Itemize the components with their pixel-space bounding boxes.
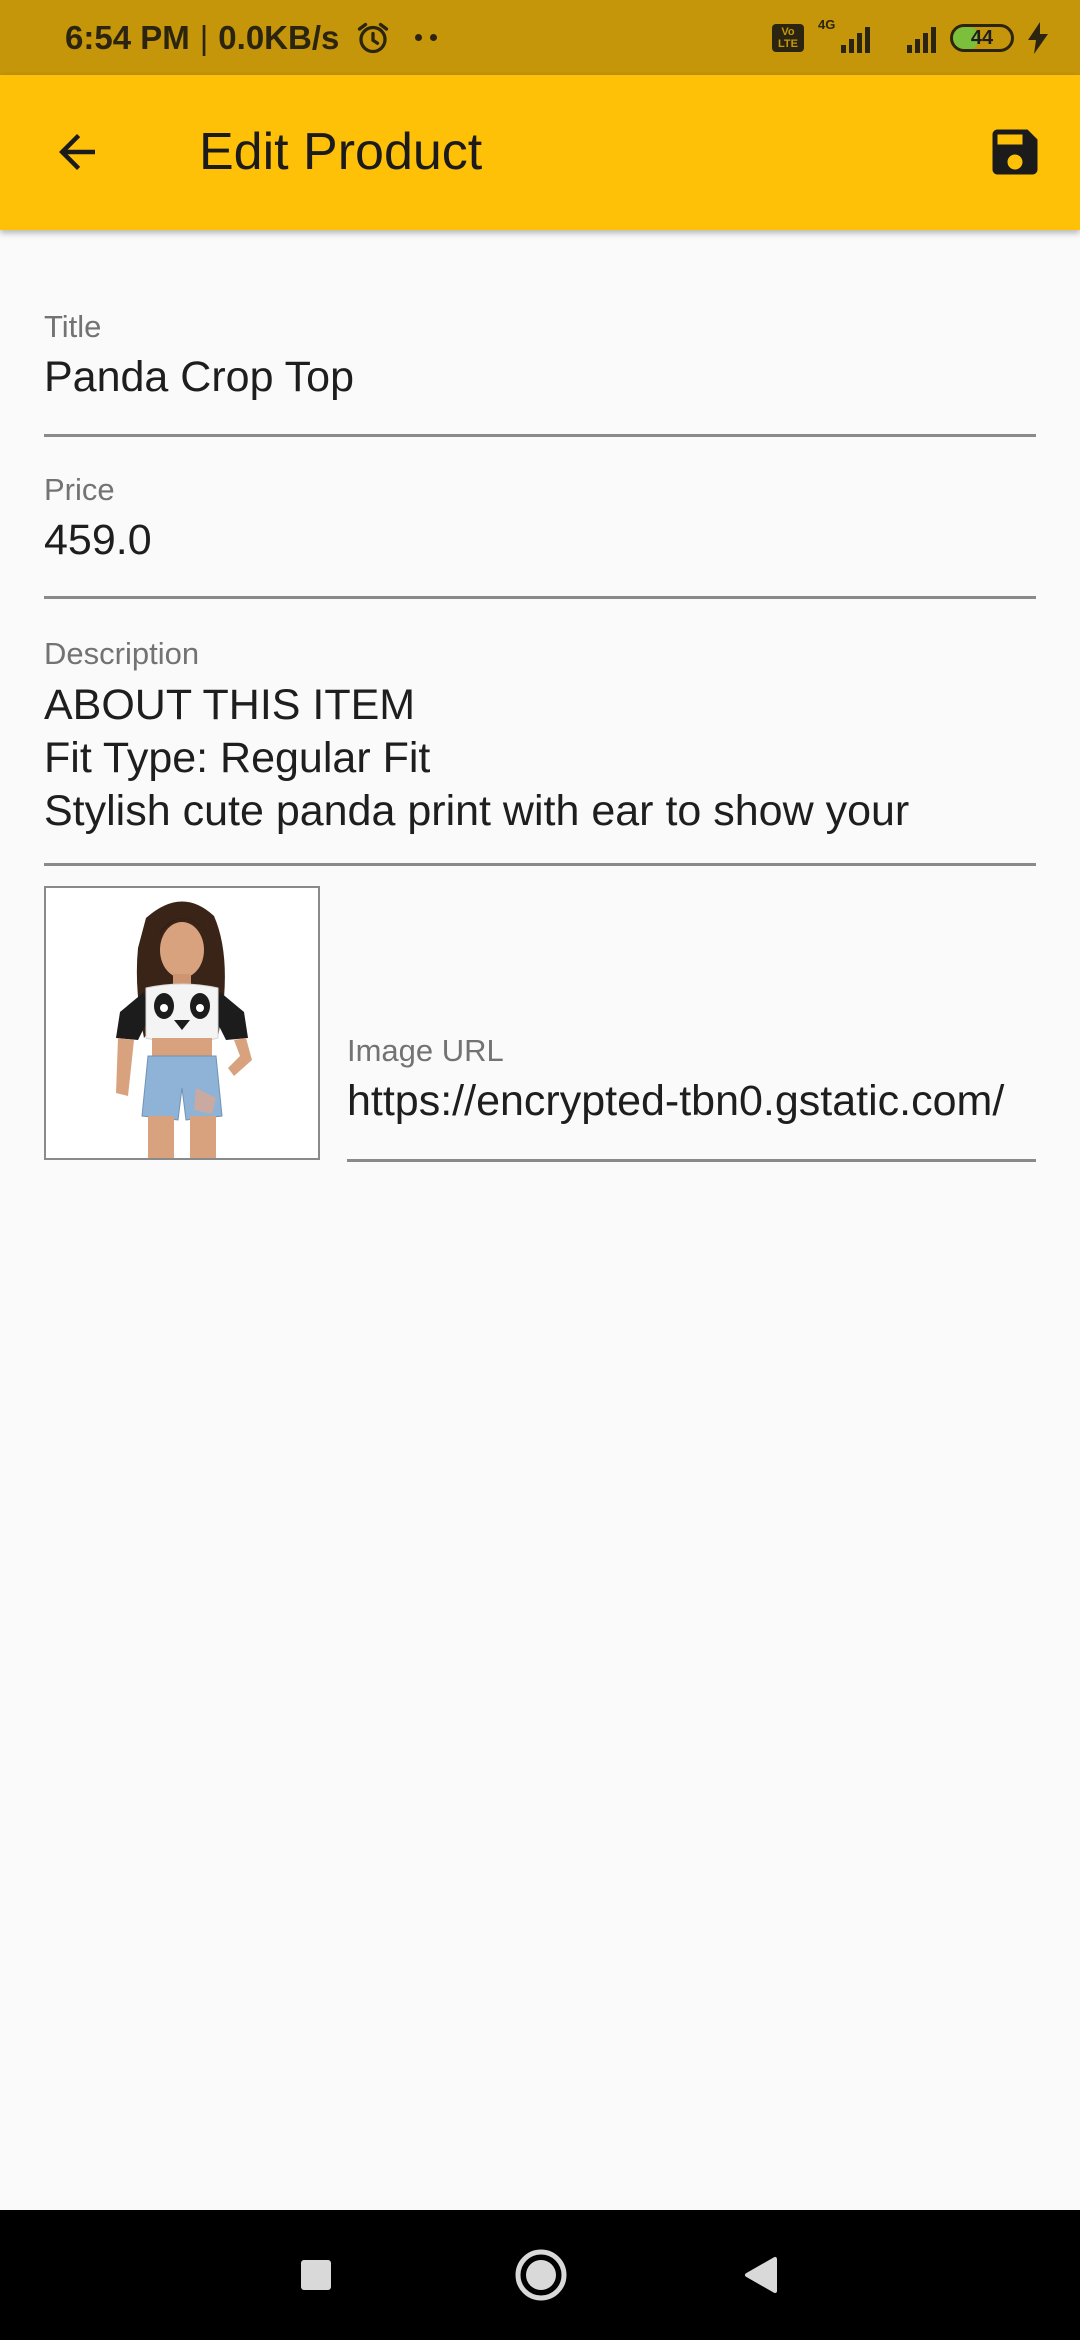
triangle-back-icon: [745, 2257, 777, 2293]
status-time: 6:54 PM: [65, 18, 190, 56]
battery-icon: 44: [950, 23, 1014, 52]
title-input[interactable]: Panda Crop Top: [44, 351, 1036, 404]
save-button[interactable]: [980, 117, 1050, 187]
page-title: Edit Product: [199, 123, 483, 181]
save-icon: [992, 129, 1038, 175]
image-url-input[interactable]: https://encrypted-tbn0.gstatic.com/: [347, 1075, 1036, 1128]
volte-line1: Vo: [781, 25, 795, 38]
description-input[interactable]: ABOUT THIS ITEM Fit Type: Regular Fit St…: [44, 679, 1036, 838]
image-preview: [44, 886, 320, 1160]
charging-bolt-icon: [1028, 21, 1048, 54]
image-url-label: Image URL: [347, 1033, 504, 1068]
status-net-speed: 0.0KB/s: [218, 18, 340, 56]
description-field[interactable]: Description ABOUT THIS ITEM Fit Type: Re…: [44, 636, 1036, 866]
home-button[interactable]: [506, 2240, 576, 2310]
title-field[interactable]: Title Panda Crop Top: [44, 309, 1036, 437]
arrow-back-icon: [59, 134, 95, 170]
description-label: Description: [44, 636, 200, 671]
product-photo: [46, 888, 318, 1158]
signal-sim2-icon: [884, 21, 936, 55]
title-label: Title: [44, 309, 102, 344]
back-button[interactable]: [42, 117, 112, 187]
price-input[interactable]: 459.0: [44, 514, 1036, 567]
status-left: 6:54 PM | 0.0KB/s: [65, 0, 438, 75]
circle-icon: [515, 2249, 567, 2301]
image-url-field[interactable]: Image URL https://encrypted-tbn0.gstatic…: [347, 1033, 1036, 1162]
status-bar: 6:54 PM | 0.0KB/s Vo LTE 4G 44: [0, 0, 1080, 75]
network-type: 4G: [818, 16, 836, 32]
app-bar: Edit Product: [0, 75, 1080, 230]
status-separator: |: [199, 18, 209, 56]
volte-icon: Vo LTE: [772, 23, 804, 52]
more-notifications-icon: [415, 34, 438, 41]
volte-line2: LTE: [778, 37, 798, 50]
status-right: Vo LTE 4G 44: [772, 0, 1048, 75]
square-icon: [301, 2260, 331, 2290]
system-nav-bar: [0, 2210, 1080, 2340]
price-field[interactable]: Price 459.0: [44, 472, 1036, 599]
nav-back-button[interactable]: [725, 2240, 795, 2310]
recent-apps-button[interactable]: [281, 2240, 351, 2310]
signal-sim1-icon: 4G: [818, 17, 870, 55]
price-label: Price: [44, 472, 115, 507]
alarm-icon: [358, 22, 389, 53]
battery-level: 44: [970, 26, 994, 49]
